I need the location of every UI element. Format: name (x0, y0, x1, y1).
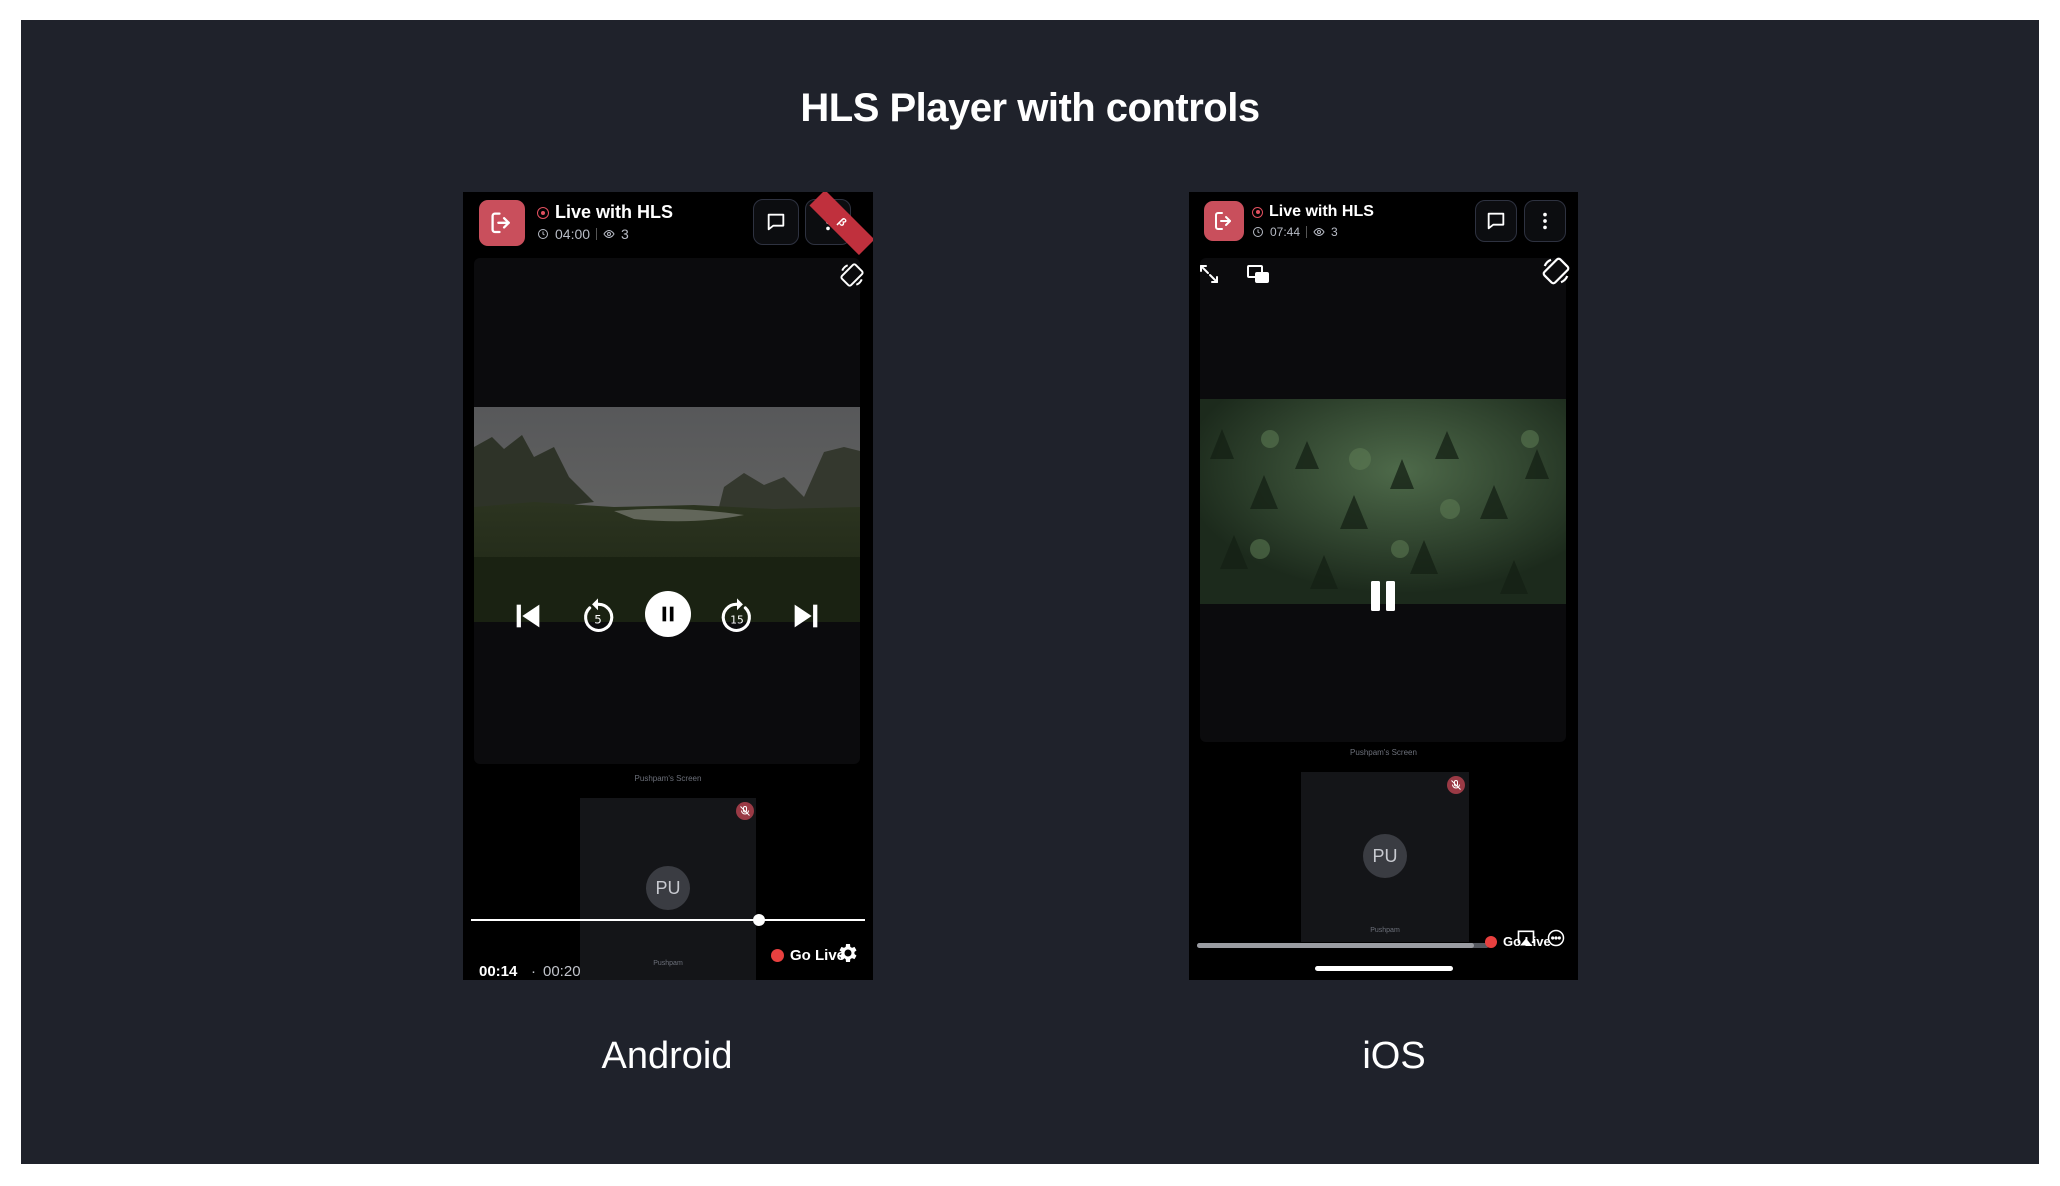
eye-icon (603, 229, 615, 239)
leave-button[interactable] (479, 200, 525, 246)
leave-button[interactable] (1204, 201, 1244, 241)
time-separator: · (531, 963, 536, 980)
android-phone: Live with HLS 04:00 3 β 5 15 Pushpam's S… (463, 192, 873, 980)
chat-icon (767, 213, 785, 231)
eye-icon (1313, 227, 1325, 237)
mic-off-badge (736, 802, 754, 820)
viewer-count: 3 (621, 226, 629, 242)
seek-handle[interactable] (752, 914, 765, 926)
recording-indicator-icon (537, 206, 549, 219)
seek-progress (1197, 943, 1475, 948)
more-options-button[interactable] (1524, 200, 1566, 242)
fast-forward-icon: 15 (721, 598, 751, 632)
next-button[interactable] (789, 599, 823, 633)
slide: HLS Player with controls Live with HLS 0… (21, 20, 2039, 1164)
peer-name: Pushpam (653, 960, 683, 967)
pause-icon (1371, 581, 1395, 611)
recording-indicator-icon (1252, 206, 1263, 218)
meta-divider (596, 228, 598, 240)
room-name: Live with HLS (1252, 203, 1374, 221)
seek-bar[interactable] (471, 919, 865, 921)
pause-button[interactable] (1365, 576, 1401, 616)
current-time: 00:14 (479, 963, 518, 980)
peer-tile[interactable]: PU Pushpam (580, 798, 756, 980)
caption-android: Android (601, 1035, 733, 1077)
elapsed-time: 04:00 (555, 226, 591, 242)
live-dot (1485, 935, 1497, 948)
meta-divider (1306, 226, 1308, 238)
rotate-button[interactable] (1541, 256, 1571, 286)
room-name: Live with HLS (537, 202, 673, 223)
airplay-icon (1517, 930, 1535, 946)
avatar: PU (1363, 834, 1407, 878)
more-horizontal-circle-icon (1547, 929, 1565, 947)
stage-label: Pushpam's Screen (634, 774, 702, 783)
forward-seconds: 15 (730, 613, 744, 626)
pause-icon (662, 606, 674, 622)
rewind-icon: 5 (584, 598, 614, 632)
live-dot (771, 949, 784, 962)
skip-previous-icon (516, 604, 540, 628)
peer-tile[interactable]: PU Pushpam (1301, 772, 1469, 942)
picture-in-picture-icon (1247, 265, 1269, 283)
hls-video[interactable] (474, 407, 860, 622)
settings-button[interactable] (836, 941, 860, 965)
rotate-button[interactable] (839, 262, 865, 288)
stage-label: Pushpam's Screen (1350, 748, 1417, 757)
elapsed-time: 07:44 (1270, 225, 1301, 239)
leave-icon (1215, 212, 1231, 230)
forward-button[interactable]: 15 (718, 596, 756, 634)
pip-button[interactable] (1245, 262, 1271, 286)
skip-next-icon (794, 604, 818, 628)
chat-button[interactable] (753, 199, 799, 245)
duration: 00:20 (543, 963, 581, 980)
rotate-screen-icon (1542, 257, 1570, 285)
peer-name: Pushpam (1370, 927, 1400, 934)
pause-button[interactable] (645, 591, 691, 637)
mic-off-icon (740, 806, 750, 816)
room-meta: 07:44 3 (1252, 225, 1338, 239)
more-vertical-icon (1543, 212, 1547, 230)
hls-video[interactable] (1200, 399, 1566, 604)
clock-icon (1253, 227, 1263, 237)
airplay-button[interactable] (1515, 928, 1537, 948)
avatar: PU (646, 866, 690, 910)
chat-button[interactable] (1475, 200, 1517, 242)
leave-icon (491, 212, 511, 234)
ios-phone: Live with HLS 07:44 3 Pushpam's Screen P… (1189, 192, 1578, 980)
gear-icon (839, 944, 857, 962)
caption-ios: iOS (1362, 1035, 1426, 1077)
clock-icon (538, 229, 548, 239)
more-playback-options-button[interactable] (1546, 928, 1566, 948)
home-indicator[interactable] (1315, 966, 1453, 971)
room-meta: 04:00 3 (537, 226, 629, 242)
rewind-button[interactable]: 5 (579, 596, 617, 634)
viewer-count: 3 (1331, 225, 1338, 239)
expand-icon (1200, 265, 1218, 283)
mic-off-badge (1447, 776, 1465, 794)
mic-off-icon (1451, 780, 1461, 790)
go-live-button[interactable]: Go Live (771, 947, 845, 964)
rewind-seconds: 5 (594, 612, 602, 626)
previous-button[interactable] (511, 599, 545, 633)
rotate-screen-icon (840, 263, 864, 287)
chat-icon (1487, 212, 1505, 230)
slide-title: HLS Player with controls (800, 86, 1260, 130)
fullscreen-button[interactable] (1197, 262, 1221, 286)
